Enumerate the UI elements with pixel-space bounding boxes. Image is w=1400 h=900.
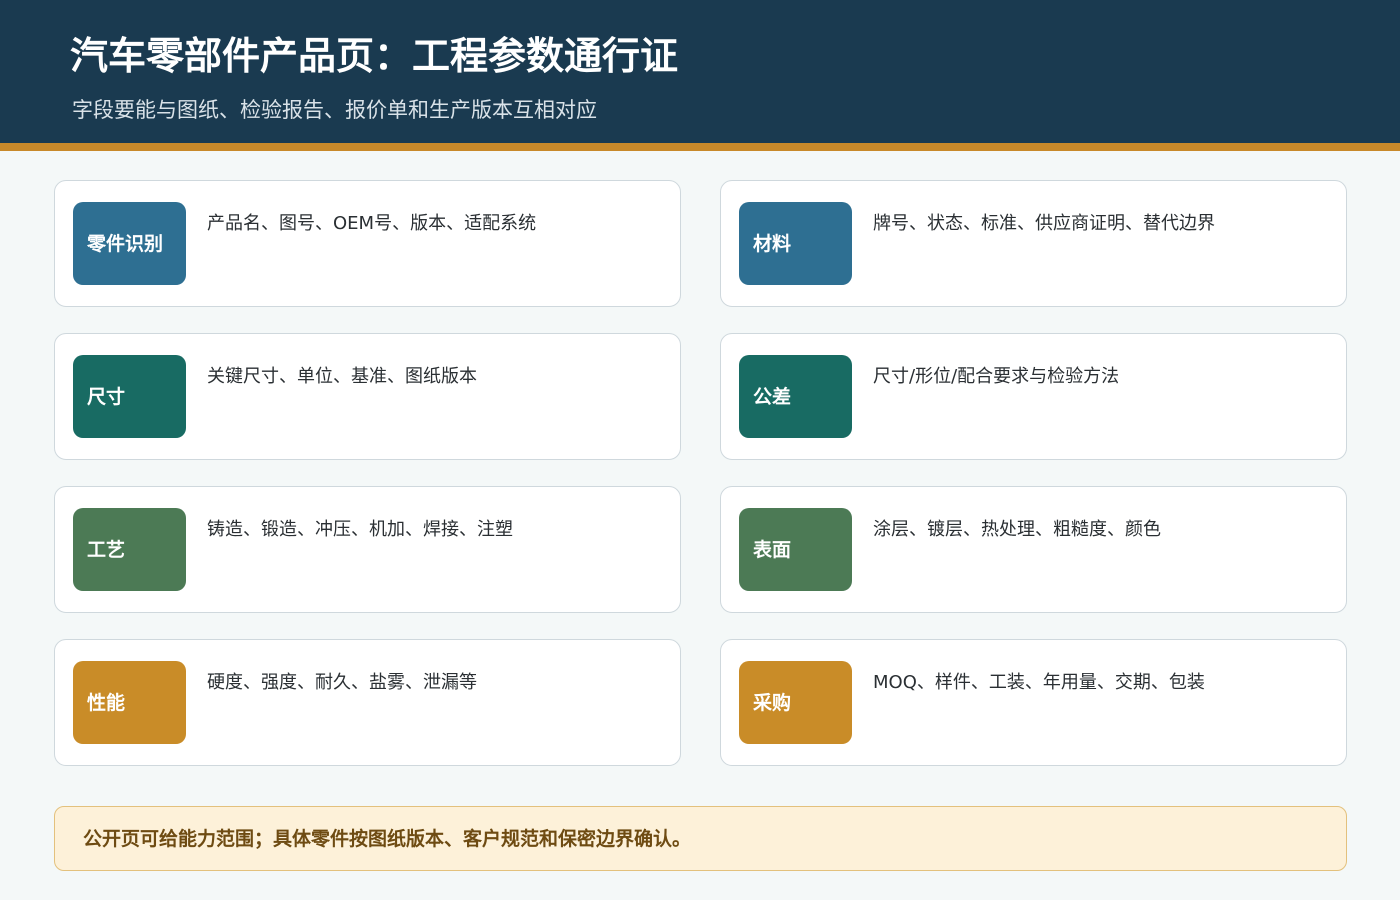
card-surface: 表面 涂层、镀层、热处理、粗糙度、颜色 xyxy=(720,486,1347,613)
page-subtitle: 字段要能与图纸、检验报告、报价单和生产版本互相对应 xyxy=(72,98,597,122)
card-tag: 采购 xyxy=(739,661,852,744)
card-tag: 工艺 xyxy=(73,508,186,591)
disclaimer-note: 公开页可给能力范围；具体零件按图纸版本、客户规范和保密边界确认。 xyxy=(54,806,1347,871)
card-description: 关键尺寸、单位、基准、图纸版本 xyxy=(207,366,477,387)
card-description: 牌号、状态、标准、供应商证明、替代边界 xyxy=(873,213,1215,234)
card-tag: 性能 xyxy=(73,661,186,744)
card-dimensions: 尺寸 关键尺寸、单位、基准、图纸版本 xyxy=(54,333,681,460)
card-process: 工艺 铸造、锻造、冲压、机加、焊接、注塑 xyxy=(54,486,681,613)
card-part-identification: 零件识别 产品名、图号、OEM号、版本、适配系统 xyxy=(54,180,681,307)
card-tag: 尺寸 xyxy=(73,355,186,438)
card-description: 铸造、锻造、冲压、机加、焊接、注塑 xyxy=(207,519,513,540)
card-tag: 零件识别 xyxy=(73,202,186,285)
card-description: 涂层、镀层、热处理、粗糙度、颜色 xyxy=(873,519,1161,540)
card-procurement: 采购 MOQ、样件、工装、年用量、交期、包装 xyxy=(720,639,1347,766)
card-tolerance: 公差 尺寸/形位/配合要求与检验方法 xyxy=(720,333,1347,460)
card-tag: 材料 xyxy=(739,202,852,285)
card-tag: 公差 xyxy=(739,355,852,438)
card-description: MOQ、样件、工装、年用量、交期、包装 xyxy=(873,672,1205,693)
card-tag: 表面 xyxy=(739,508,852,591)
card-performance: 性能 硬度、强度、耐久、盐雾、泄漏等 xyxy=(54,639,681,766)
card-description: 尺寸/形位/配合要求与检验方法 xyxy=(873,366,1120,387)
header-accent-bar xyxy=(0,143,1400,151)
card-material: 材料 牌号、状态、标准、供应商证明、替代边界 xyxy=(720,180,1347,307)
page-title: 汽车零部件产品页：工程参数通行证 xyxy=(70,34,679,78)
page-header: 汽车零部件产品页：工程参数通行证 字段要能与图纸、检验报告、报价单和生产版本互相… xyxy=(0,0,1400,143)
card-description: 产品名、图号、OEM号、版本、适配系统 xyxy=(207,213,537,234)
card-description: 硬度、强度、耐久、盐雾、泄漏等 xyxy=(207,672,477,693)
